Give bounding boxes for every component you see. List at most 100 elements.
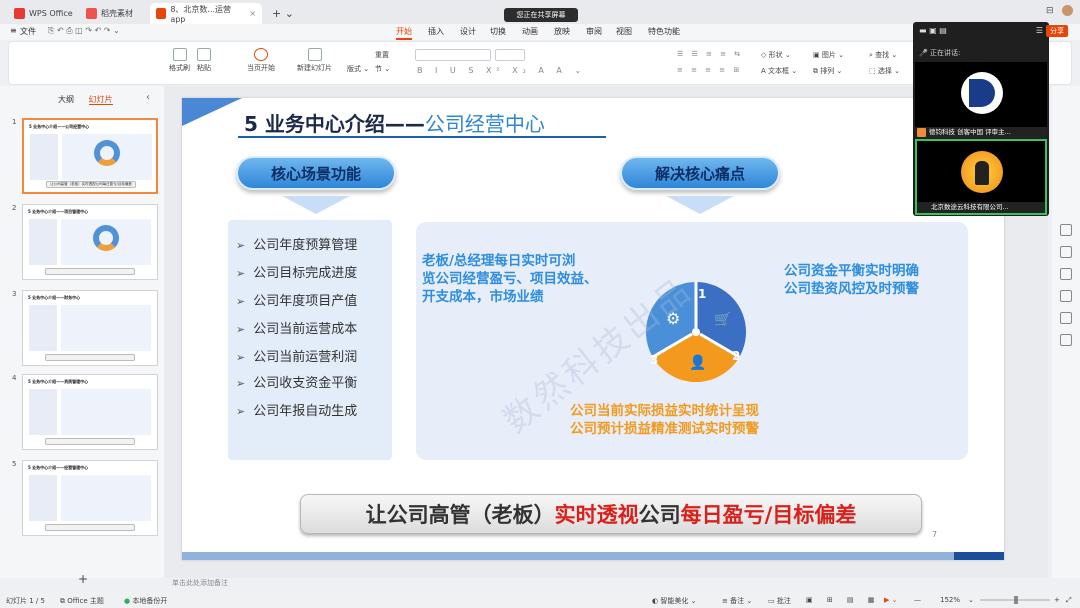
share-button[interactable]: 分享 — [1046, 25, 1068, 37]
sidebar-tool-icon[interactable] — [1060, 312, 1072, 324]
slide-thumb-2[interactable]: 5 业务中心介绍——项目管理中心 — [22, 204, 158, 280]
format-brush-button[interactable]: 格式刷 — [169, 48, 190, 73]
find-button[interactable]: ⌕ 查找 ⌄ — [869, 50, 897, 60]
outline-tab[interactable]: 大纲 — [58, 95, 74, 104]
avatar[interactable] — [1062, 5, 1073, 16]
notes-placeholder[interactable]: 单击此处添加备注 — [172, 578, 228, 588]
sidebar-tool-icon[interactable] — [1060, 224, 1072, 236]
sidebar-tool-icon[interactable] — [1060, 246, 1072, 258]
meeting-menu-icon[interactable]: ☰ — [1036, 26, 1043, 35]
zoom-level[interactable]: 152% — [940, 596, 960, 604]
select-button[interactable]: ⬚ 选择 ⌄ — [869, 66, 900, 76]
menu-file[interactable]: 文件 — [20, 26, 36, 37]
comments-button[interactable]: ▭ 批注 — [768, 596, 791, 606]
slide-thumb-5[interactable]: 5 业务中心介绍——经营管理中心 — [22, 460, 158, 536]
tab-wps-office[interactable]: WPS Office — [8, 3, 79, 24]
user-icon: 👤 — [689, 354, 706, 371]
zoom-in-icon[interactable]: + — [1054, 596, 1060, 604]
quick-access-icons[interactable]: ⎘ ↶ ⎙ ◫ ↷ ↶ ↷ ⌄ — [48, 26, 120, 36]
comments-label: 批注 — [776, 597, 791, 605]
play-icon — [254, 48, 268, 61]
slide-counter: 幻灯片 1 / 5 — [6, 597, 45, 605]
participant-avatar — [961, 72, 1003, 114]
menu-slideshow[interactable]: 放映 — [554, 26, 570, 37]
close-tab-icon[interactable]: × — [249, 9, 256, 18]
slide-number: 3 — [12, 290, 17, 298]
reset-button[interactable]: 重置 — [375, 50, 389, 60]
down-arrow — [282, 196, 350, 214]
align-buttons[interactable]: ≡ ≡ ≡ ≡ ⊞ — [677, 66, 742, 74]
collapse-panel-icon[interactable]: ‹ — [146, 92, 150, 103]
play-slideshow-icon[interactable]: ▶ ⌄ — [884, 596, 897, 604]
arrange-button[interactable]: ⧉ 排列 ⌄ — [813, 66, 842, 76]
section-button[interactable]: 节 ⌄ — [375, 64, 390, 74]
meeting-controls-icon[interactable]: ▬ ▣ ▤ — [919, 26, 947, 35]
slide-number: 4 — [12, 374, 17, 382]
bottom-banner: 让公司高管（老板） 实时透视 公司 每日盈亏/目标偏差 — [300, 494, 922, 534]
paste-button[interactable]: 粘贴 — [197, 48, 211, 73]
font-name-field[interactable] — [415, 49, 491, 61]
slide-thumb-4[interactable]: 5 业务中心介绍——资质管理中心 — [22, 374, 158, 450]
paragraph-buttons[interactable]: ☰ ☰ ≡ ≡ ⇆ — [677, 50, 743, 58]
menu-special[interactable]: 特色功能 — [648, 26, 680, 37]
textbox-button[interactable]: A 文本框 ⌄ — [761, 66, 797, 76]
backup-status[interactable]: ● 本地备份开 — [124, 596, 167, 606]
panel-tabs: 大纲 幻灯片 — [58, 94, 113, 105]
pill-core-features: 核心场景功能 — [236, 156, 396, 190]
window-menu-icon[interactable]: ⊟ — [1046, 6, 1054, 16]
new-tab-button[interactable]: + ⌄ — [266, 3, 300, 24]
speaking-label: 正在讲话: — [929, 49, 961, 57]
zoom-out-icon[interactable]: — — [914, 596, 921, 604]
slides-tab[interactable]: 幻灯片 — [88, 95, 113, 105]
menu-home[interactable]: 开始 — [396, 26, 412, 40]
layout-button[interactable]: 版式 ⌄ — [347, 64, 369, 74]
zoom-slider-handle[interactable] — [1014, 596, 1018, 604]
menu-transition[interactable]: 切换 — [490, 26, 506, 37]
menu-animation[interactable]: 动画 — [522, 26, 538, 37]
menu-design[interactable]: 设计 — [460, 26, 476, 37]
view-mode-buttons[interactable]: ▣ ⊞ ▤ ▦ — [806, 596, 880, 604]
participant-tile-2[interactable]: 北京数途云科技有限公司... — [915, 139, 1047, 215]
slide-thumb-1[interactable]: 5 业务中心介绍——公司经营中心 让公司高管（老板）实时透视公司每日盈亏/目标偏差 — [22, 118, 158, 194]
list-item-text: 公司年度项目产值 — [253, 294, 358, 309]
pill-pain-points: 解决核心痛点 — [620, 156, 780, 190]
sidebar-tool-icon[interactable] — [1060, 290, 1072, 302]
bottom-strip — [182, 552, 1004, 560]
shape-button[interactable]: ◇ 形状 ⌄ — [761, 50, 791, 60]
slide-thumb-3[interactable]: 5 业务中心介绍——财务中心 — [22, 290, 158, 366]
slide[interactable]: 5 业务中心介绍——公司经营中心 核心场景功能 解决核心痛点 ➢ 公司年度预算管理… — [182, 98, 1004, 560]
tab-presentation[interactable]: 8、北京数...运营app × — [150, 3, 262, 24]
picture-button[interactable]: ▣ 图片 ⌄ — [813, 50, 844, 60]
theme-indicator[interactable]: ⧉ Office 主题 — [60, 596, 104, 606]
pain-line: 开支成本，市场业绩 — [422, 289, 544, 305]
presentation-icon — [156, 8, 167, 19]
paste-label: 粘贴 — [197, 64, 211, 72]
list-item-text: 公司年报自动生成 — [253, 404, 358, 419]
play-current-button[interactable]: 当页开始 — [247, 48, 275, 73]
font-size-field[interactable] — [495, 49, 525, 61]
pain-points-box: 老板/总经理每日实时可浏 览公司经营盈亏、项目效益、 开支成本，市场业绩 公司资… — [416, 222, 968, 460]
zoom-slider[interactable] — [980, 596, 1050, 604]
beautify-label: 智能美化 — [660, 597, 689, 605]
add-slide-icon[interactable]: + — [78, 572, 88, 586]
sidebar-tool-icon[interactable] — [1060, 334, 1072, 346]
sidebar-tool-icon[interactable] — [1060, 268, 1072, 280]
tab-label: WPS Office — [29, 9, 73, 18]
font-style-buttons[interactable]: B I U S X² X₂ A A ⌄ — [417, 66, 586, 75]
beautify-button[interactable]: ◐ 智能美化 ⌄ — [652, 596, 696, 606]
share-label: 分享 — [1050, 27, 1064, 35]
hamburger-icon[interactable]: ≡ — [10, 26, 17, 35]
notes-button[interactable]: ≡ 备注 ⌄ — [722, 596, 752, 606]
new-slide-button[interactable]: 新建幻灯片 — [297, 48, 332, 73]
pain-line: 公司垫资风控及时预警 — [784, 281, 919, 297]
tab-daoke[interactable]: 稻壳素材 — [80, 3, 139, 24]
fit-window-icon[interactable]: ⤢ — [1066, 596, 1072, 605]
right-sidebar — [1052, 86, 1080, 578]
participant-tile-1[interactable]: 德钧科技 创客中国 评审主... — [915, 62, 1047, 138]
zoom-dropdown-icon[interactable]: ⌄ — [968, 596, 974, 604]
menu-insert[interactable]: 插入 — [428, 26, 444, 37]
tab-label: 稻壳素材 — [101, 9, 133, 18]
menu-view[interactable]: 视图 — [616, 26, 632, 37]
speaking-indicator: 🎤 正在讲话: — [919, 49, 961, 57]
menu-review[interactable]: 审阅 — [586, 26, 602, 37]
